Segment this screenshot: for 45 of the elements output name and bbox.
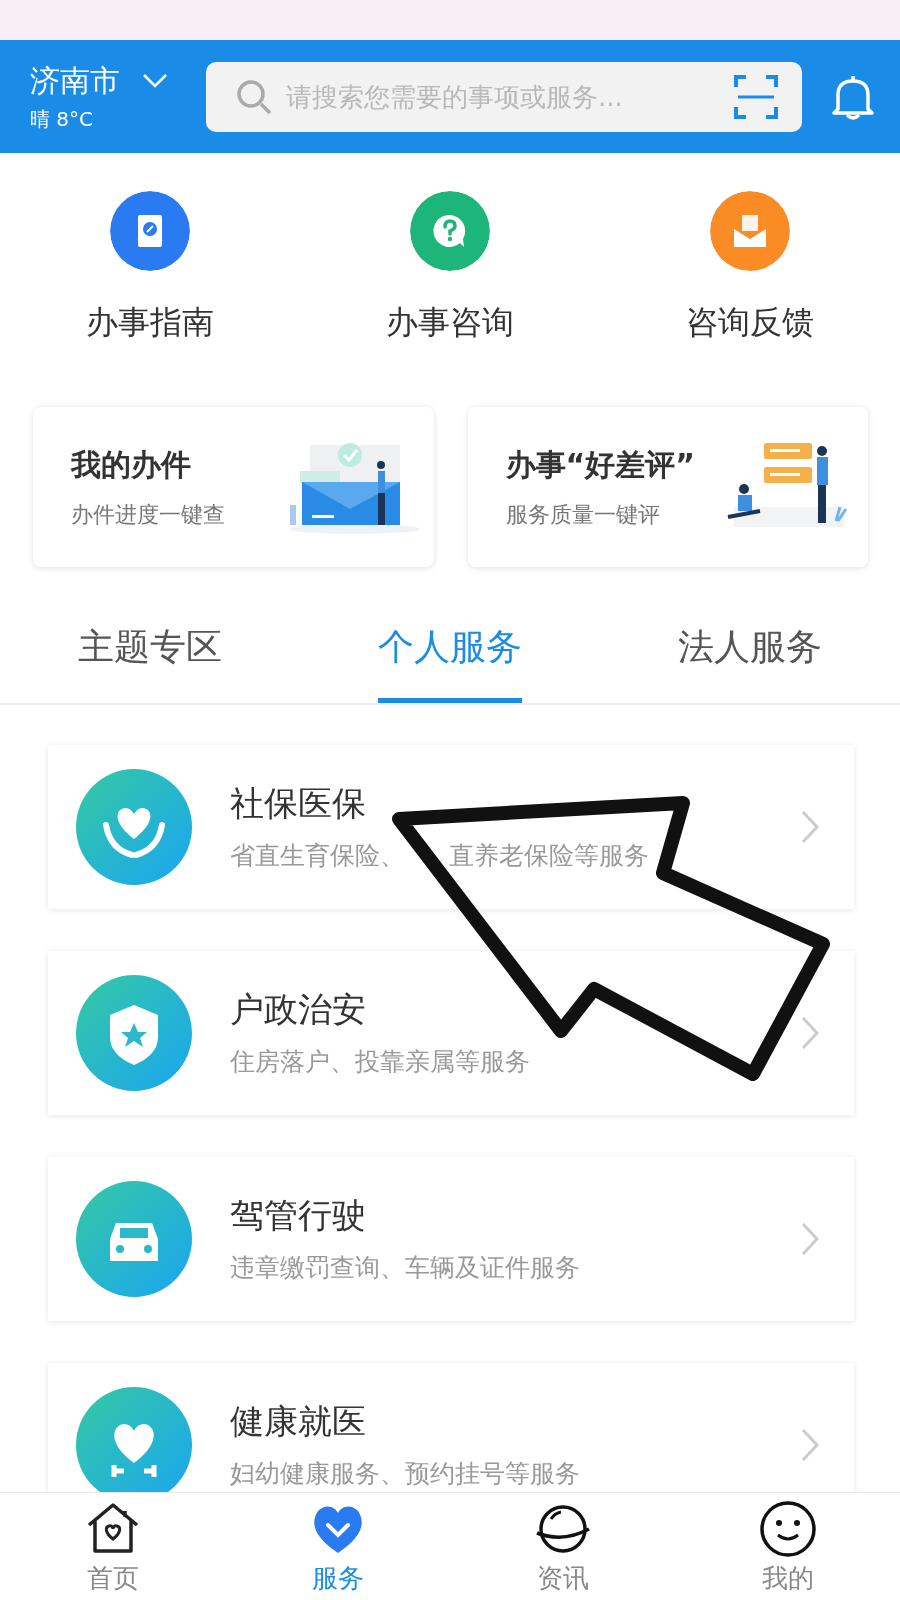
mail-icon[interactable] (710, 191, 790, 271)
category-tab[interactable]: 主题专区 (78, 609, 222, 703)
service-item[interactable]: 社保医保 省直生育保险、 直养老保险等服务 (48, 745, 854, 909)
category-tab[interactable]: 法人服务 (678, 609, 822, 703)
service-description: 违章缴罚查询、车辆及证件服务 (230, 1253, 580, 1283)
service-item[interactable]: 健康就医 妇幼健康服务、预约挂号等服务 (48, 1363, 854, 1492)
service-description: 妇幼健康服务、预约挂号等服务 (230, 1459, 580, 1489)
chevron-right-icon (800, 1427, 820, 1463)
weather-text: 晴 8°C (30, 105, 95, 133)
chevron-right-icon (800, 1015, 820, 1051)
service-description: 直养老保险等服务 (449, 841, 649, 871)
nav-tab[interactable]: 服务 (225, 1493, 450, 1600)
service-item[interactable]: 驾管行驶 违章缴罚查询、车辆及证件服务 (48, 1157, 854, 1321)
service-description: 住房落户、投靠亲属等服务 (230, 1047, 530, 1077)
quick-action-label[interactable]: 咨询反馈 (686, 301, 814, 345)
question-icon[interactable] (410, 191, 490, 271)
shortcut-card[interactable]: 我的办件 办件进度一键查 (33, 407, 434, 567)
service-title: 健康就医 (230, 1401, 367, 1441)
nav-tab[interactable]: 首页 (0, 1493, 225, 1600)
smiley-icon (757, 1499, 818, 1559)
service-description: 省直生育保险、 (230, 841, 405, 871)
city-name[interactable]: 济南市 (30, 60, 120, 102)
card-subtitle: 服务质量一键评 (505, 500, 661, 529)
nav-tab[interactable]: 我的 (675, 1493, 900, 1600)
nav-tab[interactable]: 资讯 (450, 1493, 675, 1600)
car-icon (76, 1181, 192, 1297)
scan-icon[interactable] (734, 74, 778, 119)
card-subtitle: 办件进度一键查 (71, 500, 226, 529)
service-title: 驾管行驶 (230, 1195, 367, 1235)
category-tab[interactable]: 个人服务 (378, 609, 522, 703)
card-title: 我的办件 (71, 445, 192, 484)
service-title: 户政治安 (230, 989, 367, 1029)
card-title: 办事“好差评” (505, 445, 696, 484)
quick-action-label[interactable]: 办事咨询 (386, 301, 514, 345)
service-title: 社保医保 (230, 783, 367, 823)
search-bar[interactable]: 请搜索您需要的事项或服务... (206, 61, 802, 132)
quick-action-label[interactable]: 办事指南 (86, 301, 214, 345)
chevron-down-icon[interactable] (142, 73, 168, 89)
search-field[interactable]: 请搜索您需要的事项或服务... (286, 81, 722, 112)
heart-hands-icon (76, 769, 192, 885)
shortcut-card[interactable]: 办事“好差评” 服务质量一键评 (467, 407, 868, 567)
shield-icon (76, 975, 192, 1091)
chevron-right-icon (800, 1221, 820, 1257)
chevron-right-icon (800, 809, 820, 845)
service-item[interactable]: 户政治安 住房落户、投靠亲属等服务 (48, 951, 854, 1115)
